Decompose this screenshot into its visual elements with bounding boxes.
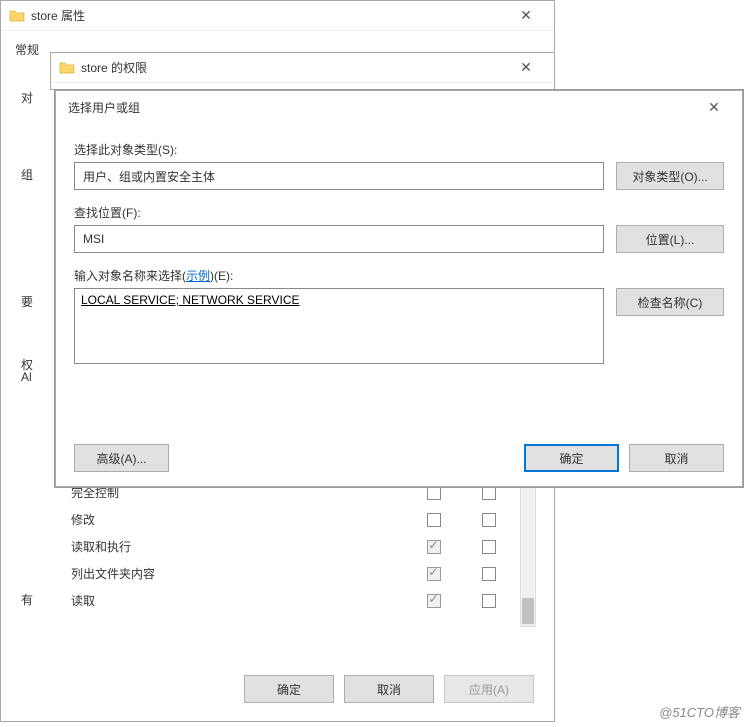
ok-button[interactable]: 确定: [244, 675, 334, 703]
object-type-label: 选择此对象类型(S):: [74, 141, 724, 158]
left-label-column: 对 组 要 Al: [21, 89, 33, 388]
watermark: @51CTO博客: [659, 702, 740, 721]
allow-checkbox[interactable]: [427, 540, 441, 554]
select-title: 选择用户或组: [64, 99, 694, 116]
object-names-input[interactable]: LOCAL SERVICE; NETWORK SERVICE: [74, 288, 604, 364]
deny-checkbox[interactable]: [482, 486, 496, 500]
deny-checkbox[interactable]: [482, 540, 496, 554]
perm-name: 修改: [71, 511, 406, 528]
properties-titlebar: store 属性 ✕: [1, 1, 554, 31]
label-group: 组: [21, 166, 33, 183]
deny-checkbox[interactable]: [482, 594, 496, 608]
scrollbar-thumb[interactable]: [522, 598, 534, 624]
object-type-field: 用户、组或内置安全主体: [74, 162, 604, 190]
table-row: 列出文件夹内容: [71, 560, 536, 587]
table-row: 读取和执行: [71, 533, 536, 560]
select-users-dialog: 选择用户或组 ✕ 选择此对象类型(S): 用户、组或内置安全主体 对象类型(O)…: [55, 90, 743, 487]
close-icon[interactable]: ✕: [506, 7, 546, 24]
folder-icon: [9, 8, 25, 24]
allow-checkbox[interactable]: [427, 486, 441, 500]
select-titlebar: 选择用户或组 ✕: [56, 91, 742, 123]
ok-button[interactable]: 确定: [524, 444, 619, 472]
names-label: 输入对象名称来选择(示例)(E):: [74, 267, 724, 284]
label-obj: 对: [21, 89, 33, 106]
deny-checkbox[interactable]: [482, 567, 496, 581]
permissions-table: 完全控制 修改 读取和执行 列出文件夹内容 读取: [71, 479, 536, 614]
cancel-button[interactable]: 取消: [344, 675, 434, 703]
allow-checkbox[interactable]: [427, 513, 441, 527]
label-have: 有: [21, 591, 33, 608]
location-field: MSI: [74, 225, 604, 253]
folder-icon: [59, 60, 75, 76]
close-icon[interactable]: ✕: [694, 99, 734, 116]
locations-button[interactable]: 位置(L)...: [616, 225, 724, 253]
permissions-title: store 的权限: [81, 59, 506, 76]
permissions-window: store 的权限 ✕: [50, 52, 555, 90]
location-label: 查找位置(F):: [74, 204, 724, 221]
advanced-button[interactable]: 高级(A)...: [74, 444, 169, 472]
permissions-titlebar: store 的权限 ✕: [51, 53, 554, 83]
example-link[interactable]: 示例: [186, 269, 210, 283]
properties-bottom-buttons: 确定 取消 应用(A): [244, 675, 534, 703]
close-icon[interactable]: ✕: [506, 59, 546, 76]
perm-name: 列出文件夹内容: [71, 565, 406, 582]
table-row: 修改: [71, 506, 536, 533]
properties-title: store 属性: [31, 7, 506, 24]
perm-name: 读取: [71, 592, 406, 609]
cancel-button[interactable]: 取消: [629, 444, 724, 472]
object-types-button[interactable]: 对象类型(O)...: [616, 162, 724, 190]
label-need: 要: [21, 293, 33, 310]
perm-name: 读取和执行: [71, 538, 406, 555]
allow-checkbox[interactable]: [427, 567, 441, 581]
label-perm-short: 权: [21, 356, 33, 373]
table-row: 读取: [71, 587, 536, 614]
check-names-button[interactable]: 检查名称(C): [616, 288, 724, 316]
permissions-scrollbar[interactable]: [520, 479, 536, 627]
deny-checkbox[interactable]: [482, 513, 496, 527]
apply-button[interactable]: 应用(A): [444, 675, 534, 703]
allow-checkbox[interactable]: [427, 594, 441, 608]
